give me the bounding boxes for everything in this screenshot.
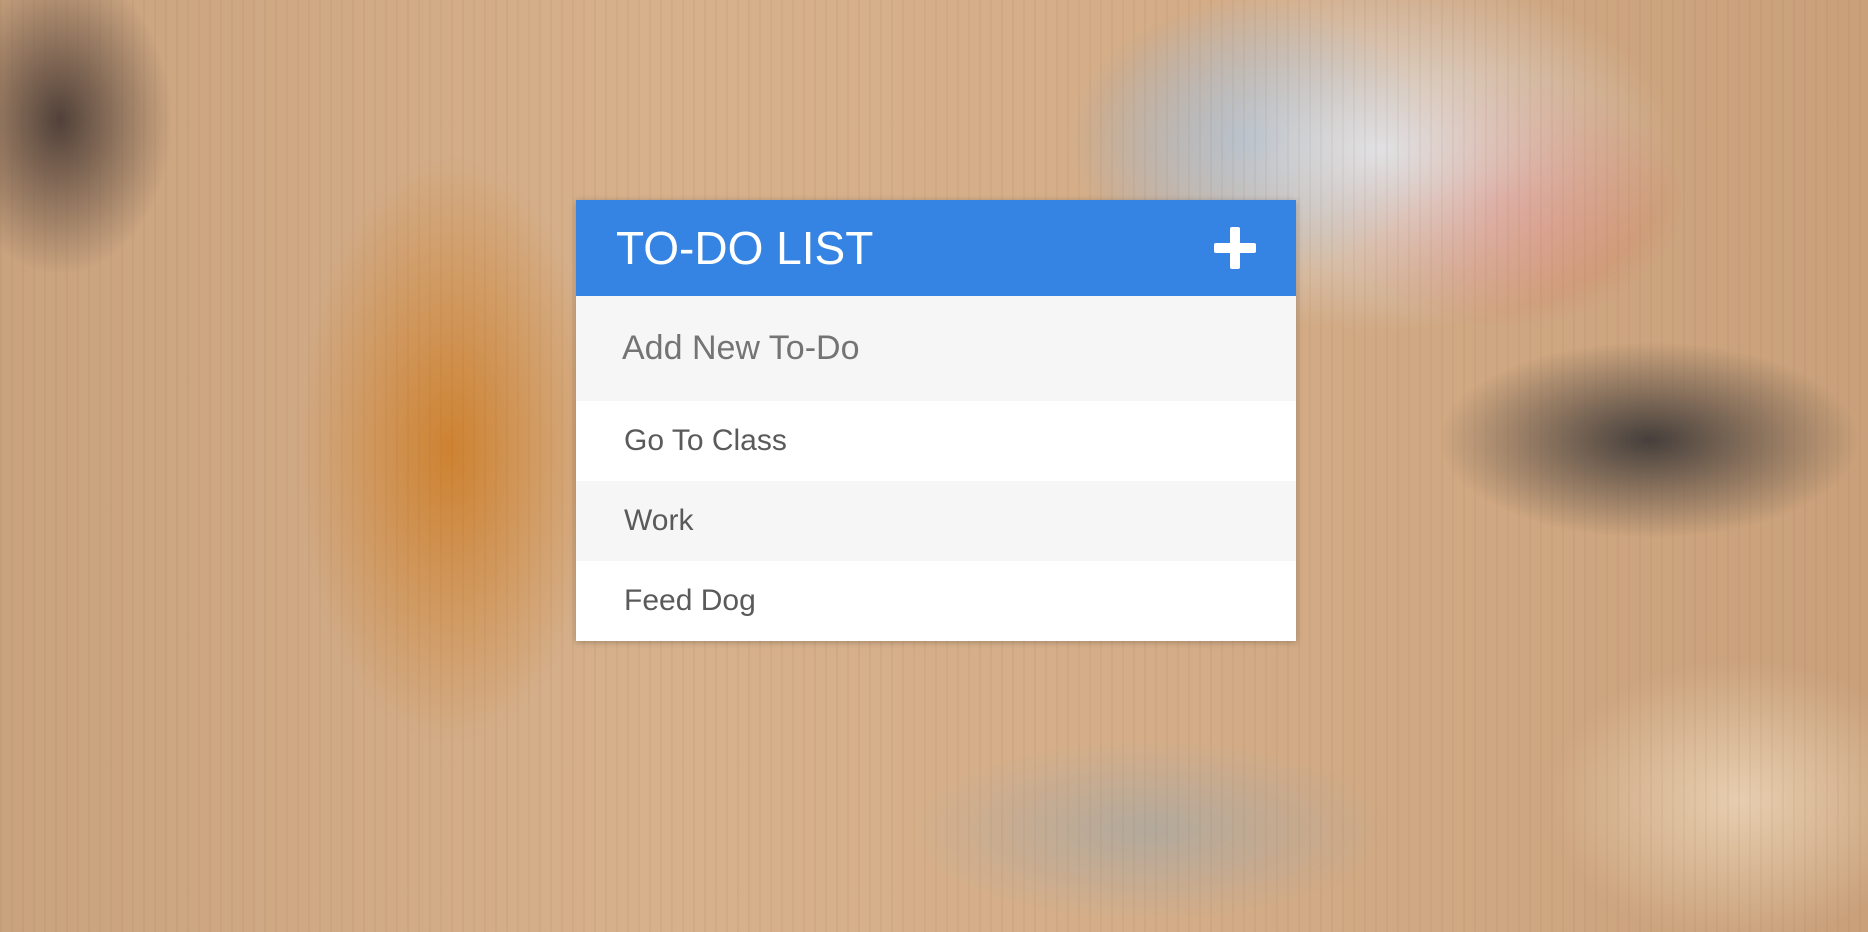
todo-header: TO-DO LIST (576, 200, 1296, 296)
todo-item[interactable]: Work (576, 481, 1296, 561)
todo-item[interactable]: Feed Dog (576, 561, 1296, 641)
page-title: TO-DO LIST (616, 222, 874, 274)
plus-icon[interactable] (1214, 227, 1256, 269)
todo-list: Go To Class Work Feed Dog (576, 401, 1296, 641)
new-todo-input[interactable] (576, 296, 1296, 401)
todo-item[interactable]: Go To Class (576, 401, 1296, 481)
todo-panel: TO-DO LIST Go To Class Work Feed Dog (576, 200, 1296, 641)
